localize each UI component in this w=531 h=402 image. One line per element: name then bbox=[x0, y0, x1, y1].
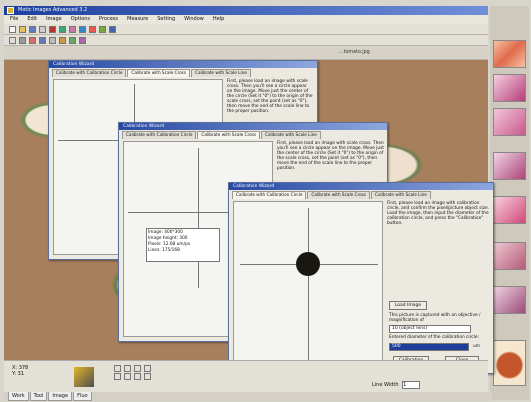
document-tabs-bar: ...tomato.jpg bbox=[4, 46, 488, 60]
toolbar-main bbox=[4, 24, 488, 35]
calibration-wizard-front: Calibration Wizard Calibrate with Calibr… bbox=[228, 182, 494, 374]
diameter-input[interactable]: 500 bbox=[389, 343, 469, 351]
save-icon[interactable] bbox=[29, 25, 36, 33]
diameter-label: Entered diameter of the calibration circ… bbox=[389, 335, 479, 340]
histogram-icon[interactable] bbox=[79, 36, 86, 44]
dialog-title: Calibration Wizard bbox=[229, 183, 493, 190]
unit-label: um bbox=[473, 344, 480, 349]
menu-setting[interactable]: Setting bbox=[157, 15, 175, 24]
cut-icon[interactable] bbox=[49, 25, 56, 33]
tab-scale-line[interactable]: Calibrate with Scale Line bbox=[191, 69, 251, 77]
menu-options[interactable]: Options bbox=[71, 15, 90, 24]
document-filename: ...tomato.jpg bbox=[339, 50, 370, 55]
dialog-title: Calibration Wizard bbox=[49, 61, 317, 68]
rect-tool-icon[interactable] bbox=[124, 365, 131, 372]
new-file-icon[interactable] bbox=[9, 25, 16, 33]
toolbar-secondary bbox=[4, 35, 488, 46]
filter-icon[interactable] bbox=[69, 36, 76, 44]
thumbnail-7[interactable] bbox=[493, 286, 526, 314]
menu-file[interactable]: File bbox=[10, 15, 18, 24]
zoom-icon[interactable] bbox=[109, 25, 116, 33]
tab-scale-line[interactable]: Calibrate with Scale Line bbox=[261, 131, 321, 139]
thumbnail-6[interactable] bbox=[493, 242, 526, 270]
tab-scale-cross[interactable]: Calibrate with Scale Cross bbox=[127, 69, 191, 77]
measure-icon[interactable] bbox=[39, 36, 46, 44]
line-width-label: Line Width bbox=[372, 382, 399, 388]
measurement-info-box: Image: 400*300 Image height: 300 Pixels:… bbox=[146, 228, 220, 262]
polygon-tool-icon[interactable] bbox=[144, 365, 151, 372]
paste-icon[interactable] bbox=[69, 25, 76, 33]
camera-icon[interactable] bbox=[79, 25, 86, 33]
menu-window[interactable]: Window bbox=[184, 15, 204, 24]
bottom-tabs: Work Tool Image Fluo bbox=[4, 392, 492, 401]
menu-help[interactable]: Help bbox=[213, 15, 224, 24]
instructions-scale: First, please load an image with scale c… bbox=[227, 79, 313, 114]
open-folder-icon[interactable] bbox=[19, 25, 26, 33]
ellipse-tool-icon[interactable] bbox=[134, 365, 141, 372]
line-width-input[interactable]: 1 bbox=[402, 381, 421, 389]
line-icon[interactable] bbox=[19, 36, 26, 44]
status-bar: X: 378 Y: 31 Line Width 1 bbox=[4, 360, 488, 393]
coordinates-display: X: 378 Y: 31 bbox=[12, 365, 28, 377]
tab-scale-cross[interactable]: Calibrate with Scale Cross bbox=[197, 131, 261, 139]
calibration-circle-preview bbox=[233, 201, 383, 371]
line-tool-icon[interactable] bbox=[114, 365, 121, 372]
tab-scale-line[interactable]: Calibrate with Scale Line bbox=[371, 191, 431, 199]
menu-image[interactable]: Image bbox=[46, 15, 62, 24]
color-icon[interactable] bbox=[29, 36, 36, 44]
tab-image[interactable]: Image bbox=[48, 392, 73, 401]
thumbnail-4[interactable] bbox=[493, 152, 526, 180]
title-bar: Motic Images Advanced 3.2 bbox=[4, 6, 488, 15]
dialog-title: Calibration Wizard bbox=[119, 123, 387, 130]
window-title: Motic Images Advanced 3.2 bbox=[18, 7, 88, 13]
tab-scale-cross[interactable]: Calibrate with Scale Cross bbox=[307, 191, 371, 199]
arc-tool-icon[interactable] bbox=[114, 373, 121, 380]
thumbnail-8[interactable] bbox=[493, 340, 526, 386]
info-line-4: Lines: 175/168 bbox=[148, 248, 180, 253]
copy-icon[interactable] bbox=[59, 25, 66, 33]
drawing-tools bbox=[114, 365, 153, 380]
thumbnail-2[interactable] bbox=[493, 74, 526, 102]
tab-calibration-circle[interactable]: Calibrate with Calibration Circle bbox=[232, 191, 307, 199]
tab-fluo[interactable]: Fluo bbox=[73, 392, 92, 401]
pointer-icon[interactable] bbox=[9, 36, 16, 44]
angle-tool-icon[interactable] bbox=[134, 373, 141, 380]
app-icon bbox=[7, 7, 14, 14]
line-width-control: Line Width 1 bbox=[372, 381, 421, 389]
tab-calibration-circle[interactable]: Calibrate with Calibration Circle bbox=[52, 69, 127, 77]
menu-measure[interactable]: Measure bbox=[127, 15, 148, 24]
objective-select[interactable]: 10 (object lens) bbox=[389, 325, 471, 333]
thumbnail-5[interactable] bbox=[493, 196, 526, 224]
brightness-icon[interactable] bbox=[59, 36, 66, 44]
calibration-circle bbox=[296, 252, 320, 276]
instructions-circle: First, please load an image with calibra… bbox=[387, 201, 489, 226]
picture-label: This picture is captured with an objecti… bbox=[389, 313, 481, 323]
menu-bar: File Edit Image Options Process Measure … bbox=[4, 15, 488, 24]
tab-work[interactable]: Work bbox=[8, 392, 29, 401]
grid-icon[interactable] bbox=[99, 25, 106, 33]
menu-process[interactable]: Process bbox=[99, 15, 118, 24]
curve-tool-icon[interactable] bbox=[124, 373, 131, 380]
thumbnail-sidebar bbox=[490, 6, 529, 400]
instructions-scale: First, please load an image with scale c… bbox=[277, 141, 384, 171]
app-window: Motic Images Advanced 3.2 File Edit Imag… bbox=[0, 0, 531, 402]
tab-calibration-circle[interactable]: Calibrate with Calibration Circle bbox=[122, 131, 197, 139]
color-swatch[interactable] bbox=[74, 367, 94, 387]
record-icon[interactable] bbox=[89, 25, 96, 33]
load-image-button[interactable]: Load Image bbox=[389, 301, 427, 310]
menu-edit[interactable]: Edit bbox=[27, 15, 37, 24]
thumbnail-1[interactable] bbox=[493, 40, 526, 68]
layer-icon[interactable] bbox=[49, 36, 56, 44]
thumbnail-3[interactable] bbox=[493, 108, 526, 136]
tab-tool[interactable]: Tool bbox=[29, 392, 48, 401]
coord-y: Y: 31 bbox=[12, 371, 25, 377]
text-tool-icon[interactable] bbox=[144, 373, 151, 380]
print-icon[interactable] bbox=[39, 25, 46, 33]
